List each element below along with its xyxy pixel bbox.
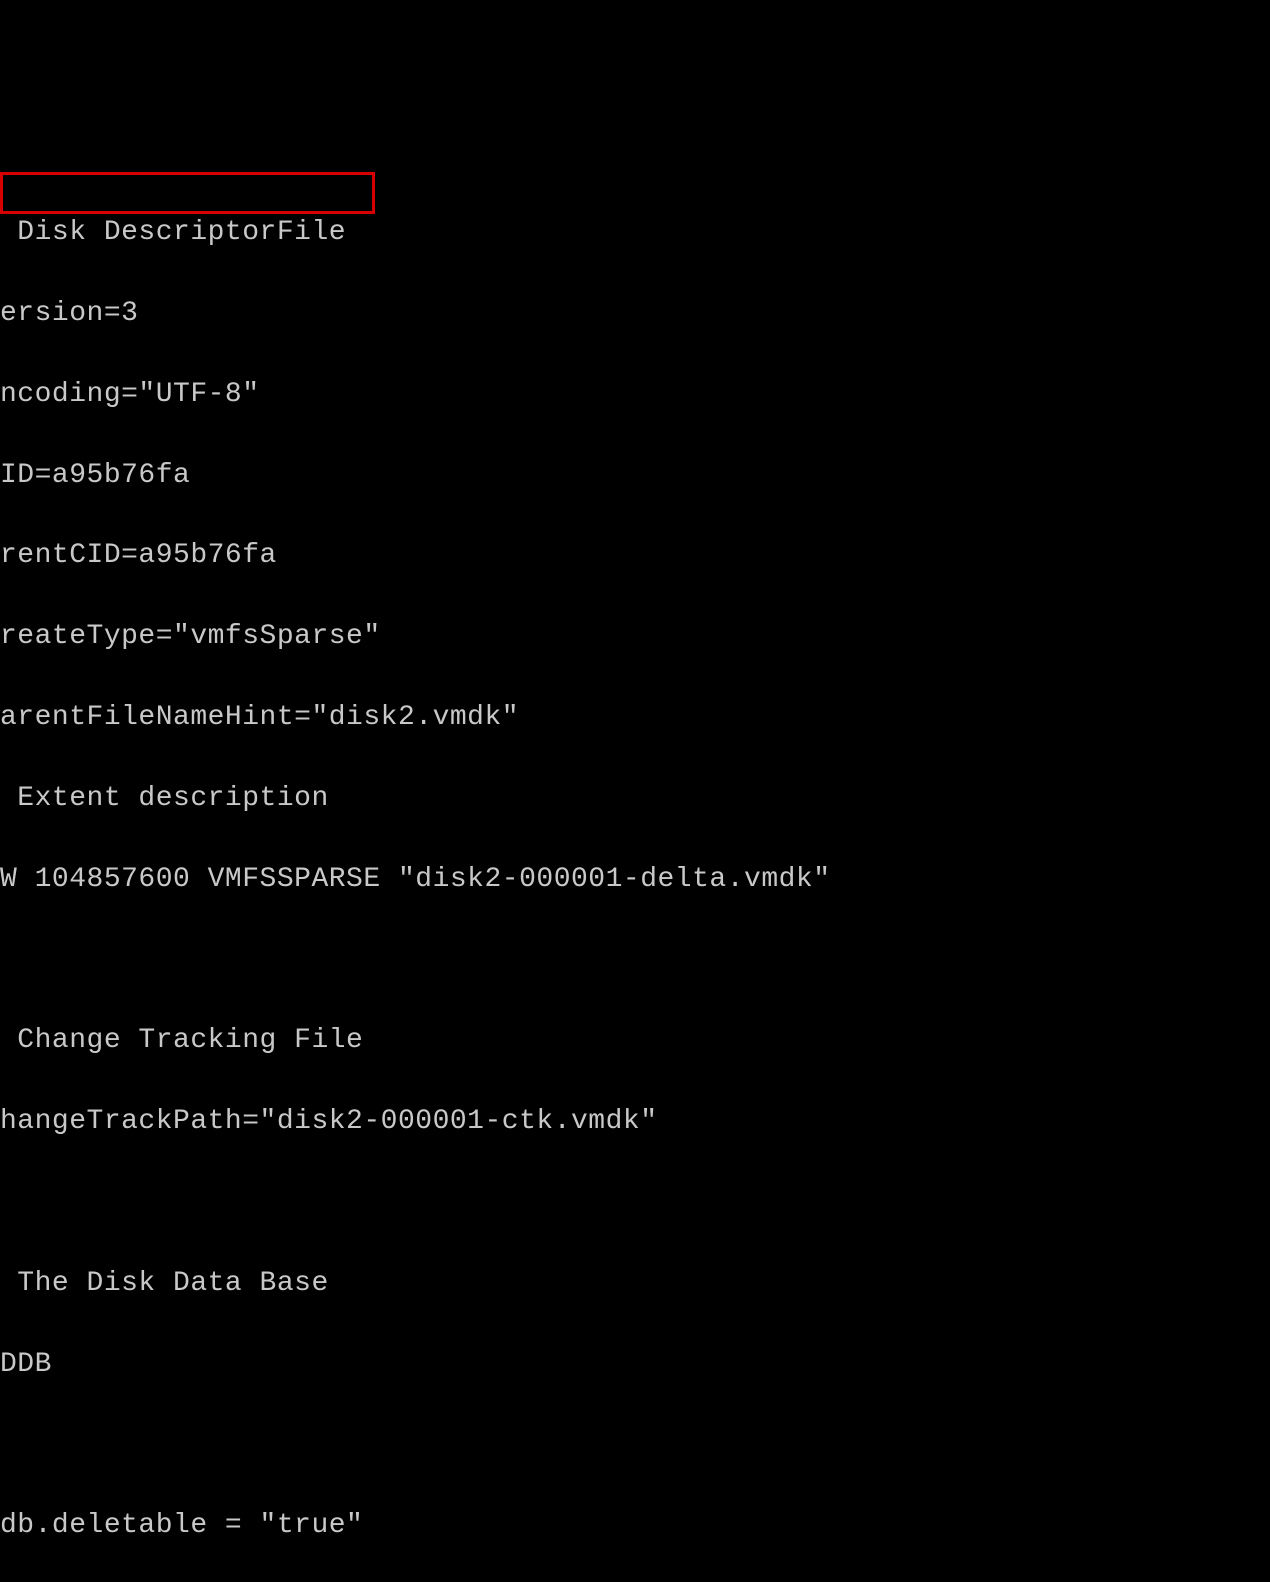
terminal-line [0,1183,1270,1223]
terminal-line: ncoding="UTF-8" [0,375,1270,415]
terminal-line: hangeTrackPath="disk2-000001-ctk.vmdk" [0,1102,1270,1142]
terminal-line: arentFileNameHint="disk2.vmdk" [0,698,1270,738]
terminal-output: Disk DescriptorFile ersion=3 ncoding="UT… [0,172,1270,1582]
terminal-line: ersion=3 [0,294,1270,334]
terminal-line: DDB [0,1345,1270,1385]
terminal-line-highlighted: rentCID=a95b76fa [0,536,1270,576]
terminal-line: Change Tracking File [0,1021,1270,1061]
terminal-line [0,941,1270,981]
terminal-line: Disk DescriptorFile [0,213,1270,253]
terminal-line [0,1426,1270,1466]
terminal-line: The Disk Data Base [0,1264,1270,1304]
terminal-line: reateType="vmfsSparse" [0,617,1270,657]
terminal-line: Extent description [0,779,1270,819]
terminal-line: db.deletable = "true" [0,1506,1270,1546]
terminal-line: W 104857600 VMFSSPARSE "disk2-000001-del… [0,860,1270,900]
terminal-line: ID=a95b76fa [0,456,1270,496]
